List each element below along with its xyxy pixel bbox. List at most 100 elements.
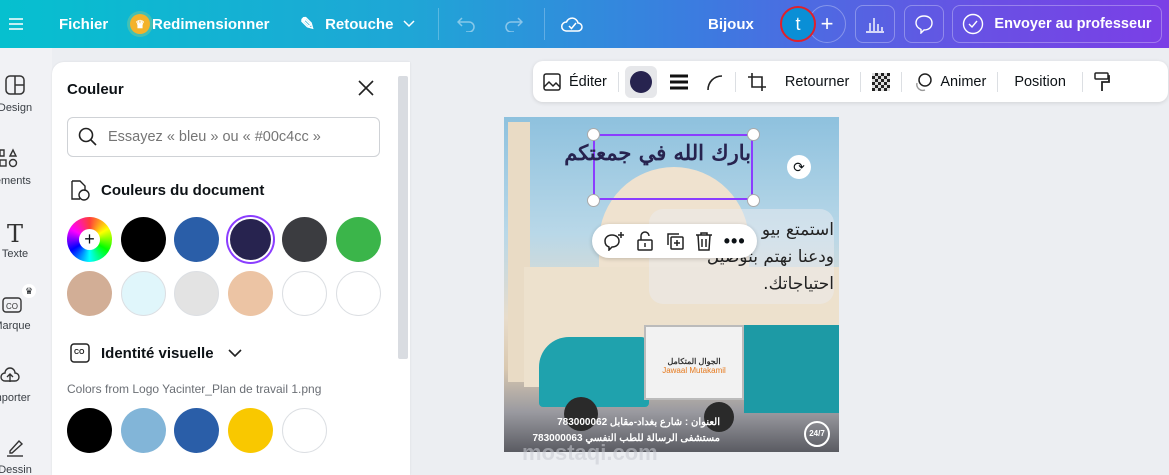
pencil-icon: ✎ [300, 13, 316, 34]
transparency-button[interactable] [863, 72, 899, 91]
edit-image-button[interactable]: Éditer [533, 72, 616, 92]
brand-kit-heading[interactable]: CO Identité visuelle [69, 342, 242, 364]
draw-icon [4, 436, 26, 458]
resize-handle[interactable] [587, 128, 600, 141]
resize-button[interactable]: ♛ Redimensionner [130, 0, 270, 48]
color-swatch[interactable] [281, 217, 327, 262]
resize-handle[interactable] [587, 194, 600, 207]
color-swatch[interactable] [174, 271, 220, 316]
color-swatch[interactable] [281, 408, 327, 453]
watermark: mostaqi.com [522, 440, 658, 465]
position-button[interactable]: Position [1000, 74, 1080, 90]
resize-handle[interactable] [747, 194, 760, 207]
redo-icon [505, 17, 523, 32]
cloud-save-icon[interactable] [560, 0, 584, 48]
top-bar: Fichier ♛ Redimensionner ✎ Retouche Bijoux… [0, 0, 1169, 48]
document-colors-heading: Couleurs du document [69, 178, 264, 202]
rail-text[interactable]: T Texte [0, 220, 45, 260]
rail-draw[interactable]: Dessin [0, 436, 45, 475]
flip-button[interactable]: Retourner [776, 74, 858, 90]
corner-radius-icon [707, 74, 722, 90]
color-swatch[interactable] [120, 217, 166, 262]
headline-text[interactable]: بارك الله في جمعتكم [564, 140, 751, 165]
color-swatch[interactable] [174, 408, 220, 453]
brand-icon: CO [70, 343, 90, 363]
left-rail: Design Éléments TTexte COMarque ♛ Import… [0, 48, 52, 475]
color-search-input[interactable] [108, 129, 368, 145]
close-icon [358, 80, 374, 96]
color-swatch[interactable] [120, 271, 166, 316]
animate-button[interactable]: Animer [904, 72, 995, 92]
panel-scrollbar[interactable] [398, 76, 408, 359]
paint-roller-icon [1094, 71, 1110, 91]
color-swatch[interactable] [335, 217, 381, 262]
svg-text:CO: CO [6, 302, 18, 311]
color-swatch[interactable] [174, 217, 220, 262]
line-weight-icon [669, 74, 688, 89]
redo-button[interactable] [503, 0, 523, 48]
color-search[interactable] [67, 117, 380, 157]
trash-icon[interactable] [695, 231, 713, 251]
layout-icon [4, 74, 26, 96]
crown-icon: ♛ [130, 14, 150, 34]
project-name[interactable]: Bijoux [708, 0, 754, 48]
plus-icon: + [79, 229, 100, 250]
logo-colors-label: Colors from Logo Yacinter_Plan de travai… [67, 382, 322, 396]
unlock-icon[interactable] [636, 231, 654, 251]
avatar[interactable]: t [780, 6, 816, 42]
send-to-teacher-button[interactable]: Envoyer au professeur [952, 5, 1162, 43]
current-color-swatch [629, 70, 652, 93]
rotate-button[interactable]: ⟳ [787, 155, 811, 179]
undo-button[interactable] [457, 0, 477, 48]
resize-label: Redimensionner [152, 15, 270, 33]
more-options-icon[interactable]: ••• [724, 231, 746, 252]
color-swatch[interactable] [67, 271, 112, 316]
svg-text:CO: CO [74, 349, 85, 356]
badge-24-7: 24/7 [804, 421, 830, 447]
chevron-down-icon [403, 20, 415, 28]
add-comment-icon[interactable] [603, 231, 625, 251]
rail-design[interactable]: Design [0, 74, 45, 114]
color-swatch[interactable] [228, 271, 274, 316]
resize-handle[interactable] [747, 128, 760, 141]
animate-icon [916, 72, 933, 91]
color-swatch[interactable] [67, 408, 112, 453]
rail-upload[interactable]: Importer [0, 364, 40, 404]
color-swatch[interactable] [228, 408, 274, 453]
duplicate-icon[interactable] [665, 231, 685, 251]
color-swatch[interactable] [281, 271, 327, 316]
rail-elements[interactable]: Éléments [0, 147, 38, 187]
color-swatch[interactable] [335, 271, 381, 316]
color-swatch[interactable] [120, 408, 166, 453]
menu-button[interactable] [8, 0, 24, 48]
edit-label: Retouche [325, 15, 394, 33]
rail-brand[interactable]: COMarque [0, 292, 42, 332]
checkerboard-icon [872, 72, 891, 91]
send-label: Envoyer au professeur [994, 16, 1152, 32]
corner-rounding-button[interactable] [697, 74, 733, 90]
crop-icon [747, 72, 766, 91]
file-menu[interactable]: Fichier [59, 0, 108, 48]
crop-button[interactable] [738, 72, 776, 92]
context-toolbar: Éditer Retourner Animer Position [533, 61, 1168, 102]
crown-badge-icon: ♛ [22, 284, 36, 298]
check-circle-icon [963, 13, 984, 35]
bar-chart-icon [866, 18, 884, 33]
border-style-button[interactable] [661, 74, 697, 90]
comment-button[interactable] [904, 5, 944, 43]
brand-icon: CO [1, 292, 23, 314]
panel-title: Couleur [67, 81, 124, 98]
color-picker-button[interactable] [624, 65, 657, 98]
truck-box-teal [744, 325, 839, 413]
close-button[interactable] [358, 80, 374, 101]
shapes-icon [0, 147, 19, 169]
undo-icon [457, 17, 475, 32]
upload-cloud-icon [0, 364, 21, 386]
copy-style-button[interactable] [1085, 71, 1119, 92]
insights-button[interactable] [855, 5, 895, 43]
color-swatch[interactable] [230, 219, 272, 260]
chevron-down-icon [227, 348, 242, 357]
document-palette-icon [71, 180, 90, 201]
edit-menu[interactable]: ✎ Retouche [300, 0, 415, 48]
add-color-button[interactable]: + [67, 217, 112, 262]
